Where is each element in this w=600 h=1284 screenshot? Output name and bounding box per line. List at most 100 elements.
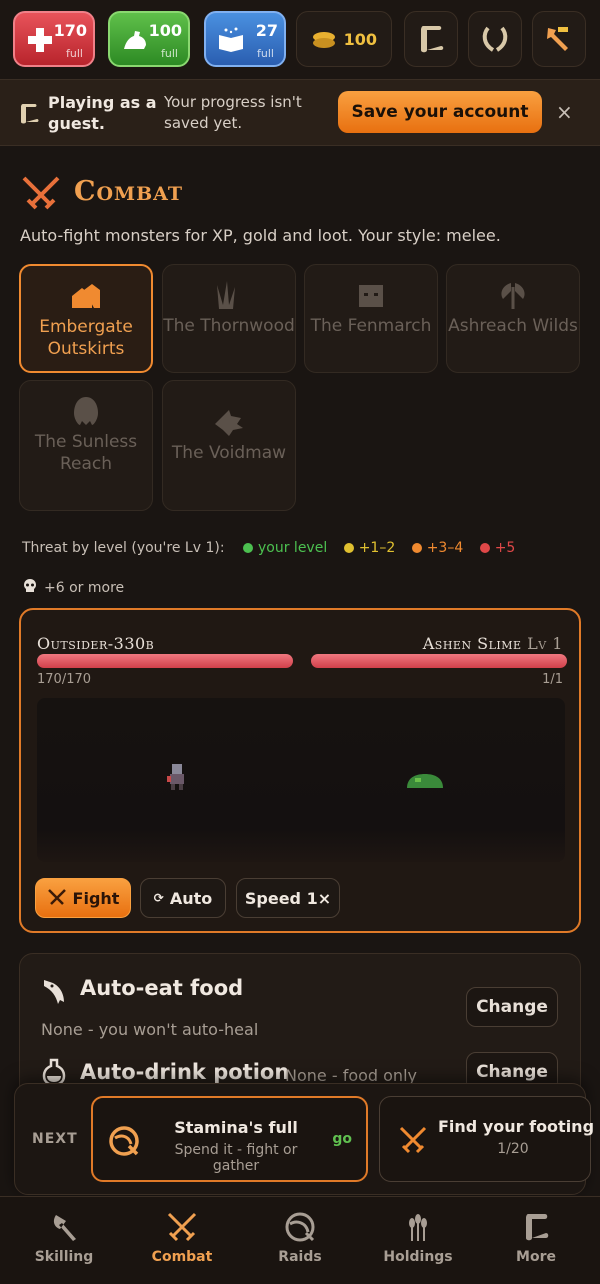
fight-label: Fight bbox=[72, 888, 120, 908]
strength-value: 100 bbox=[148, 21, 182, 40]
stamina-title: Stamina's full bbox=[174, 1118, 298, 1137]
zone-embergate-outskirts[interactable]: Embergate Outskirts bbox=[19, 264, 153, 373]
axe-icon bbox=[53, 1215, 76, 1241]
auto-eat-change-button[interactable]: Change bbox=[466, 987, 558, 1027]
threat-plus-3-4: +3–4 bbox=[426, 540, 464, 556]
zone-label: Ashreach Wilds bbox=[448, 316, 578, 336]
close-banner-button[interactable]: × bbox=[556, 100, 573, 124]
crossed-swords-icon bbox=[399, 1126, 427, 1154]
auto-eat-value: None - you won't auto-heal bbox=[41, 1020, 259, 1039]
nav-combat[interactable]: Combat bbox=[132, 1211, 232, 1265]
goal-title: Find your footing bbox=[438, 1117, 595, 1136]
player-name: Outsider-330b bbox=[37, 634, 155, 653]
gold-value: 100 bbox=[343, 30, 377, 49]
speed-button[interactable]: Speed 1× bbox=[236, 878, 340, 918]
axe-icon bbox=[501, 283, 525, 309]
village-icon bbox=[72, 284, 100, 308]
threat-legend-skull: +6 or more bbox=[22, 578, 124, 596]
strength-status: full bbox=[161, 47, 178, 60]
goal-progress: 1/20 bbox=[497, 1141, 529, 1157]
skull-icon bbox=[24, 579, 36, 592]
spellbook-icon bbox=[219, 27, 243, 52]
enemy-sprite bbox=[407, 774, 443, 788]
potion-icon bbox=[42, 1058, 66, 1086]
enemy-level: Lv 1 bbox=[527, 634, 563, 653]
crafting-button[interactable] bbox=[532, 11, 586, 67]
threat-legend: Threat by level (you're Lv 1): your leve… bbox=[22, 540, 515, 556]
enemy-name: Ashen Slime bbox=[422, 634, 522, 653]
zone-the-fenmarch[interactable]: The Fenmarch bbox=[304, 264, 438, 373]
threat-plus-5: +5 bbox=[494, 540, 516, 556]
hp-value: 170 bbox=[53, 21, 87, 40]
enemy-hp-text: 1/1 bbox=[542, 672, 563, 687]
stamina-subtitle: Spend it - fight or gather bbox=[174, 1142, 298, 1174]
nav-skilling[interactable]: Skilling bbox=[14, 1211, 114, 1265]
threat-legend-label: Threat by level (you're Lv 1): bbox=[22, 540, 225, 556]
zone-label: The Thornwood bbox=[163, 316, 295, 336]
top-stat-bar: 170 full 100 full 27 full 100 bbox=[0, 0, 600, 80]
goal-card[interactable]: Find your footing 1/20 bbox=[379, 1096, 595, 1182]
battle-stage bbox=[37, 698, 565, 862]
coins-icon bbox=[313, 32, 335, 48]
threat-plus-1-2: +1–2 bbox=[358, 540, 396, 556]
strength-stat[interactable]: 100 full bbox=[108, 11, 190, 67]
threat-dot-your-level bbox=[243, 543, 253, 553]
save-account-button[interactable]: Save your account bbox=[338, 91, 542, 133]
portal-icon bbox=[285, 1212, 315, 1242]
magic-status: full bbox=[257, 47, 274, 60]
zone-label: Embergate Outskirts bbox=[39, 317, 133, 359]
nav-label: More bbox=[516, 1249, 556, 1265]
page-description: Auto-fight monsters for XP, gold and loo… bbox=[20, 226, 501, 245]
enemy-header: Ashen Slime Lv 1 bbox=[423, 634, 563, 653]
quests-button[interactable] bbox=[404, 11, 458, 67]
hp-stat[interactable]: 170 full bbox=[13, 11, 95, 67]
nav-holdings[interactable]: Holdings bbox=[368, 1211, 468, 1265]
player-hp-bar bbox=[37, 654, 293, 668]
achievements-button[interactable] bbox=[468, 11, 522, 67]
scroll-icon bbox=[421, 26, 444, 53]
magic-stat[interactable]: 27 full bbox=[204, 11, 286, 67]
gold-stat[interactable]: 100 bbox=[296, 11, 392, 67]
scroll-icon bbox=[21, 104, 39, 124]
wraith-icon bbox=[74, 397, 98, 425]
crossed-swords-icon bbox=[167, 1212, 197, 1242]
ogre-face-icon bbox=[359, 285, 383, 307]
nav-label: Combat bbox=[151, 1249, 213, 1265]
wheat-icon bbox=[409, 1214, 427, 1241]
auto-button[interactable]: ⟳ Auto bbox=[140, 878, 226, 918]
auto-eat-title: Auto-eat food bbox=[80, 976, 244, 1000]
fish-icon bbox=[44, 980, 64, 1004]
stamina-card[interactable]: Stamina's full Spend it - fight or gathe… bbox=[91, 1096, 368, 1182]
nav-raids[interactable]: Raids bbox=[250, 1211, 350, 1265]
nav-more[interactable]: More bbox=[486, 1211, 586, 1265]
grass-icon bbox=[217, 281, 235, 309]
guest-message: Your progress isn't saved yet. bbox=[164, 93, 302, 132]
scroll-icon bbox=[526, 1214, 549, 1241]
player-hp-text: 170/170 bbox=[37, 672, 92, 687]
next-actions-tray: NEXT Stamina's full Spend it - fight or … bbox=[14, 1083, 594, 1195]
nav-label: Skilling bbox=[34, 1249, 94, 1265]
zone-label: The Sunless Reach bbox=[34, 432, 138, 474]
zone-the-thornwood[interactable]: The Thornwood bbox=[162, 264, 296, 373]
crossed-swords-icon bbox=[47, 889, 66, 905]
health-cross-icon bbox=[28, 28, 52, 52]
page-title: Combat bbox=[74, 176, 183, 207]
hammer-icon bbox=[547, 27, 568, 51]
flex-arm-icon bbox=[124, 31, 146, 49]
auto-drink-title: Auto-drink potion bbox=[80, 1060, 290, 1084]
zone-ashreach-wilds[interactable]: Ashreach Wilds bbox=[446, 264, 580, 373]
zone-the-sunless-reach[interactable]: The Sunless Reach bbox=[19, 380, 153, 511]
magic-value: 27 bbox=[255, 21, 278, 40]
stamina-go: go bbox=[332, 1131, 352, 1147]
combat-arena: Outsider-330b Ashen Slime Lv 1 170/170 1… bbox=[19, 608, 581, 933]
guest-title: Playing as a guest. bbox=[48, 93, 157, 133]
zone-the-voidmaw[interactable]: The Voidmaw bbox=[162, 380, 296, 511]
enemy-hp-bar bbox=[311, 654, 567, 668]
fight-button[interactable]: Fight bbox=[35, 878, 131, 918]
next-label: NEXT bbox=[32, 1131, 78, 1147]
crossed-swords-icon bbox=[22, 176, 60, 210]
stamina-swirl-icon bbox=[109, 1126, 139, 1156]
bottom-nav: Skilling Combat Raids Holdings More bbox=[0, 1196, 600, 1284]
threat-dot-plus-1-2 bbox=[343, 543, 354, 553]
zone-label: The Voidmaw bbox=[171, 443, 287, 463]
